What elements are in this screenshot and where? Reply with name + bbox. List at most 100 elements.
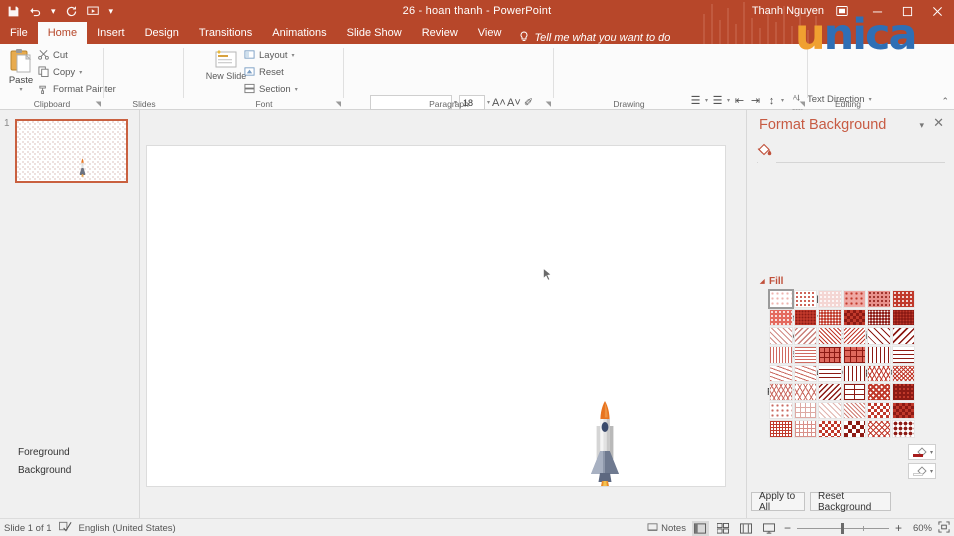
foreground-color-caret-icon[interactable]: ▾	[930, 449, 933, 456]
pattern-swatch[interactable]	[843, 383, 867, 401]
pattern-swatch[interactable]	[892, 365, 916, 383]
fill-section-header[interactable]: ◢ Fill	[758, 276, 783, 287]
tab-review[interactable]: Review	[412, 22, 468, 44]
pattern-swatch[interactable]	[843, 365, 867, 383]
pane-close-icon[interactable]: ✕	[933, 116, 944, 130]
pattern-swatch[interactable]	[867, 402, 891, 420]
fit-slide-button[interactable]	[938, 521, 950, 536]
pattern-swatch[interactable]	[843, 402, 867, 420]
apply-to-all-button[interactable]: Apply to All	[751, 492, 805, 511]
tab-slide-show[interactable]: Slide Show	[337, 22, 412, 44]
pattern-swatch[interactable]	[818, 420, 842, 438]
tab-design[interactable]: Design	[135, 22, 189, 44]
pattern-swatch[interactable]	[892, 290, 916, 308]
pattern-swatch[interactable]	[843, 420, 867, 438]
pattern-swatch-grid[interactable]	[769, 290, 915, 438]
pattern-swatch[interactable]	[818, 309, 842, 327]
rocket-image[interactable]	[588, 401, 622, 486]
pattern-swatch[interactable]	[794, 309, 818, 327]
reset-background-button[interactable]: Reset Background	[810, 492, 891, 511]
pattern-swatch[interactable]	[794, 346, 818, 364]
pattern-swatch[interactable]	[843, 327, 867, 345]
thumbnail-slide-1[interactable]	[15, 119, 128, 183]
pattern-swatch[interactable]	[769, 309, 793, 327]
slide-show-button[interactable]	[761, 521, 778, 536]
pattern-swatch[interactable]	[892, 402, 916, 420]
pane-options-caret-icon[interactable]: ▾	[919, 120, 924, 131]
zoom-slider-handle[interactable]	[841, 523, 844, 534]
pattern-swatch[interactable]	[892, 420, 916, 438]
pattern-swatch[interactable]	[794, 383, 818, 401]
pattern-swatch[interactable]	[867, 290, 891, 308]
background-color-button[interactable]: ▾	[908, 463, 936, 479]
pattern-swatch[interactable]	[794, 365, 818, 383]
pattern-swatch[interactable]	[867, 365, 891, 383]
account-name[interactable]: Thanh Nguyen	[752, 5, 824, 17]
pattern-swatch[interactable]	[843, 309, 867, 327]
tab-home[interactable]: Home	[38, 22, 87, 44]
zoom-in-button[interactable]: +	[895, 521, 902, 535]
pattern-swatch[interactable]	[867, 327, 891, 345]
pattern-swatch[interactable]	[867, 383, 891, 401]
pattern-swatch[interactable]	[892, 383, 916, 401]
reading-view-button[interactable]	[738, 521, 755, 536]
copy-caret-icon[interactable]: ▾	[79, 69, 82, 76]
paste-caret-icon[interactable]: ▾	[19, 86, 22, 93]
tab-view[interactable]: View	[468, 22, 512, 44]
pattern-swatch[interactable]	[818, 365, 842, 383]
pattern-swatch[interactable]	[818, 383, 842, 401]
pattern-swatch[interactable]	[843, 290, 867, 308]
pattern-swatch[interactable]	[843, 346, 867, 364]
slide-indicator[interactable]: Slide 1 of 1	[4, 523, 52, 534]
tab-animations[interactable]: Animations	[262, 22, 336, 44]
fill-tab-icon[interactable]	[755, 140, 777, 161]
zoom-slider[interactable]	[797, 521, 889, 535]
pattern-swatch[interactable]	[769, 290, 793, 308]
pattern-swatch[interactable]	[867, 309, 891, 327]
drawing-dialog-launcher[interactable]: ◥	[800, 100, 805, 108]
pattern-swatch[interactable]	[892, 327, 916, 345]
close-button[interactable]	[922, 0, 952, 22]
pattern-swatch[interactable]	[818, 346, 842, 364]
font-dialog-launcher[interactable]: ◥	[336, 100, 341, 108]
clipboard-dialog-launcher[interactable]: ◥	[96, 100, 101, 108]
pattern-swatch[interactable]	[794, 290, 818, 308]
pattern-swatch[interactable]	[769, 327, 793, 345]
spell-check-icon[interactable]	[59, 521, 72, 535]
background-color-caret-icon[interactable]: ▾	[930, 468, 933, 475]
pattern-swatch[interactable]	[818, 327, 842, 345]
pattern-swatch[interactable]	[867, 346, 891, 364]
minimize-button[interactable]	[862, 0, 892, 22]
slide-editing-area[interactable]	[140, 110, 746, 518]
tab-file[interactable]: File	[0, 22, 38, 44]
zoom-out-button[interactable]: −	[784, 521, 791, 535]
pattern-swatch[interactable]	[769, 365, 793, 383]
pattern-swatch[interactable]	[892, 309, 916, 327]
pattern-swatch[interactable]	[769, 420, 793, 438]
paste-button[interactable]: Paste ▾	[4, 48, 38, 96]
slide-sorter-view-button[interactable]	[715, 521, 732, 536]
tell-me-box[interactable]: Tell me what you want to do	[511, 31, 670, 44]
pattern-swatch[interactable]	[794, 420, 818, 438]
tab-insert[interactable]: Insert	[87, 22, 135, 44]
normal-view-button[interactable]	[692, 521, 709, 536]
restore-button[interactable]	[892, 0, 922, 22]
pattern-swatch[interactable]	[867, 420, 891, 438]
pattern-swatch[interactable]	[818, 290, 842, 308]
ribbon-display-options-icon[interactable]	[832, 1, 852, 21]
paragraph-dialog-launcher[interactable]: ◥	[546, 100, 551, 108]
pattern-swatch[interactable]	[794, 402, 818, 420]
pattern-swatch[interactable]	[818, 402, 842, 420]
pattern-swatch[interactable]	[769, 346, 793, 364]
tab-transitions[interactable]: Transitions	[189, 22, 262, 44]
zoom-level-label[interactable]: 60%	[908, 523, 932, 534]
notes-button[interactable]: Notes	[647, 522, 686, 535]
pattern-swatch[interactable]	[892, 346, 916, 364]
language-indicator[interactable]: English (United States)	[79, 523, 176, 534]
pattern-swatch[interactable]	[769, 383, 793, 401]
collapse-ribbon-button[interactable]: ⌃	[941, 96, 949, 107]
pattern-swatch[interactable]	[769, 402, 793, 420]
foreground-color-button[interactable]: ▾	[908, 444, 936, 460]
slide-canvas[interactable]	[147, 146, 725, 486]
pattern-swatch[interactable]	[794, 327, 818, 345]
